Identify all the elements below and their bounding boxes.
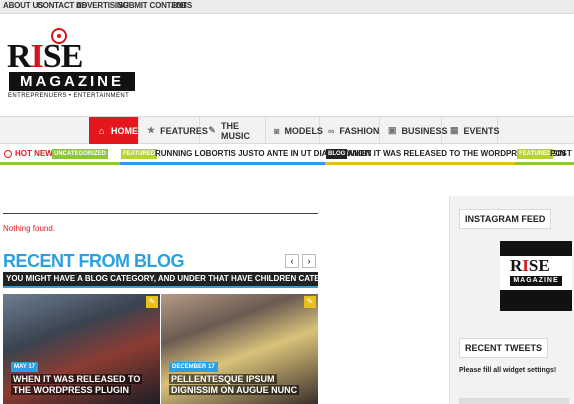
instagram-logo-magazine: MAGAZINE — [510, 276, 562, 286]
nav-item-home[interactable]: ⌂ HOME — [89, 117, 139, 144]
instagram-logo-wordmark: RISE — [510, 256, 550, 275]
logo-wordmark: RISE — [7, 38, 83, 75]
nav-item-models[interactable]: ◙ MODELS — [266, 117, 323, 144]
card-title[interactable]: WHEN IT WAS RELEASED TO THE WORDPRESS PL… — [11, 374, 151, 396]
site-logo[interactable]: RISE MAGAZINE ENTREPRENUERS • ENTERTAINM… — [7, 28, 137, 104]
jobs-link[interactable]: JOBS — [171, 1, 192, 10]
blog-card[interactable]: ✎ MAY 17 WHEN IT WAS RELEASED TO THE WOR… — [3, 294, 160, 404]
blog-card[interactable]: ✎ DECEMBER 17 PELLENTESQUE IPSUM DIGNISS… — [161, 294, 318, 404]
next-widget-header — [459, 398, 569, 404]
nav-label: EVENTS — [463, 125, 500, 136]
card-date: DECEMBER 17 — [169, 362, 218, 372]
pencil-icon: ✎ — [304, 296, 316, 308]
nav-item-business[interactable]: ▣ BUSINESS — [380, 117, 448, 144]
instagram-feed-title: INSTAGRAM FEED — [459, 209, 552, 229]
carousel-prev-button[interactable]: ‹ — [285, 254, 299, 268]
calendar-icon: ▦ — [450, 125, 459, 135]
nav-label: THE MUSIC — [221, 120, 250, 141]
tweets-settings-note: Please fill all widget settings! — [459, 367, 557, 374]
ticker-headline[interactable]: POST WI — [550, 149, 574, 158]
clock-icon — [4, 149, 12, 158]
instagram-image[interactable]: RISE MAGAZINE — [500, 241, 572, 311]
ticker-tag[interactable]: UNCATEGORIZED — [52, 149, 108, 159]
ticker-tag[interactable]: FEATURED — [517, 149, 554, 159]
blog-subtitle: YOU MIGHT HAVE A BLOG CATEGORY, AND UNDE… — [3, 272, 318, 286]
ticker-tag[interactable]: BLOG — [326, 149, 348, 159]
hot-news-ticker: HOT NEWS UNCATEGORIZED FEATURED RUNNING … — [0, 146, 574, 162]
home-icon: ⌂ — [98, 125, 105, 136]
pencil-icon: ✎ — [146, 296, 158, 308]
nav-item-features[interactable]: ★ FEATURES — [139, 117, 208, 144]
main-nav: ⌂ HOME ★ FEATURES ✎ THE MUSIC ◙ MODELS ∞… — [0, 116, 574, 144]
nav-label: FASHION — [339, 125, 380, 136]
star-icon: ★ — [147, 125, 156, 135]
nav-label: BUSINESS — [401, 125, 448, 136]
card-date: MAY 17 — [11, 362, 39, 372]
top-bar: ABOUT US CONTACT US ADVERTISING SUBMIT C… — [0, 0, 574, 14]
glasses-icon: ∞ — [328, 125, 335, 136]
nav-item-events[interactable]: ▦ EVENTS — [442, 117, 500, 144]
hot-news-label: HOT NEWS — [4, 149, 58, 158]
ticker-color-rule — [0, 162, 574, 165]
ticker-tag[interactable]: FEATURED — [121, 149, 158, 159]
logo-magazine: MAGAZINE — [9, 72, 135, 91]
logo-tagline: ENTREPRENUERS • ENTERTAINMENT — [8, 93, 130, 99]
card-title[interactable]: PELLENTESQUE IPSUM DIGNISSIM ON AUGUE NU… — [169, 374, 309, 396]
content-divider — [3, 213, 318, 214]
microphone-icon: ✎ — [208, 125, 216, 135]
nothing-found-message: Nothing found. — [3, 224, 56, 233]
nav-label: MODELS — [284, 125, 323, 136]
camera-icon: ◙ — [274, 125, 280, 136]
carousel-next-button[interactable]: › — [302, 254, 316, 268]
nav-item-the-music[interactable]: ✎ THE MUSIC — [200, 117, 266, 144]
nav-label: HOME — [111, 125, 138, 136]
recent-tweets-title: RECENT TWEETS — [459, 338, 549, 358]
blog-subtitle-rule — [3, 286, 318, 288]
briefcase-icon: ▣ — [388, 125, 397, 135]
recent-blog-title: RECENT FROM BLOG — [3, 251, 185, 271]
nav-item-fashion[interactable]: ∞ FASHION — [320, 117, 380, 144]
